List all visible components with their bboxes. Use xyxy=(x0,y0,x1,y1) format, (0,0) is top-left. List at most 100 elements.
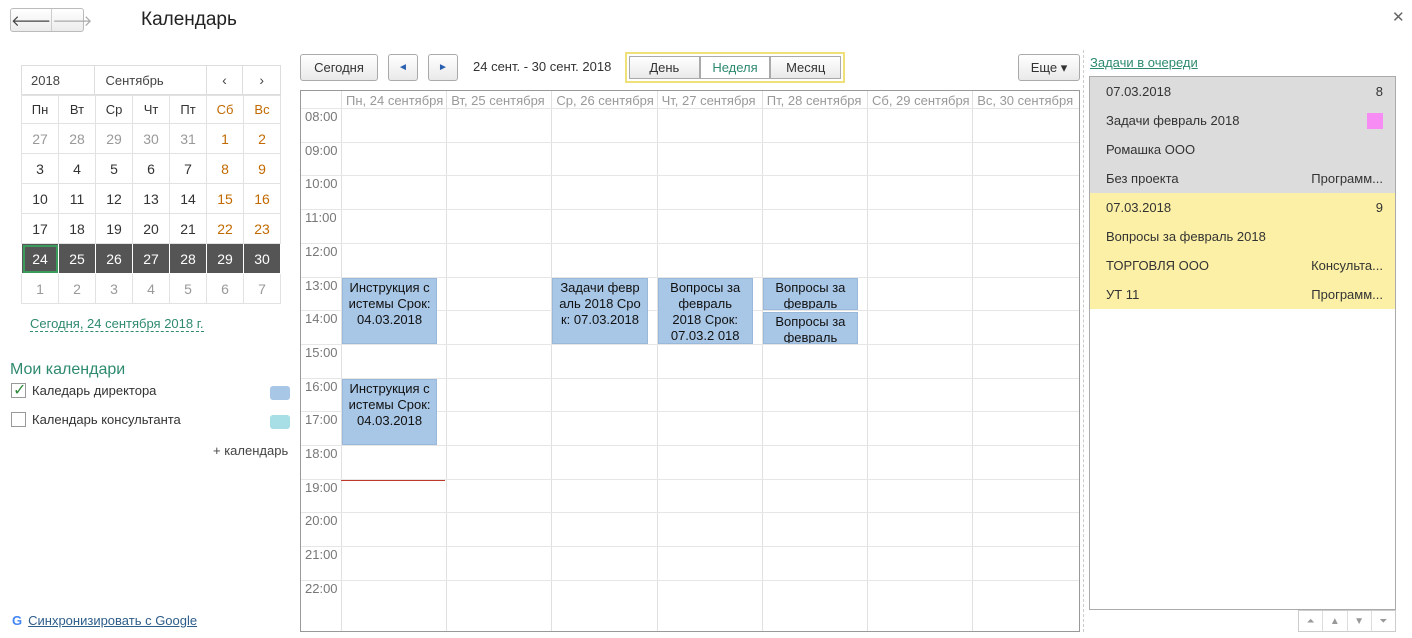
mini-calendar-day[interactable]: 16 xyxy=(243,183,281,214)
calendar-event[interactable]: Вопросы за февраль 2018 xyxy=(762,278,858,310)
mini-calendar-day[interactable]: 24 xyxy=(21,243,59,274)
mini-calendar-day[interactable]: 11 xyxy=(58,183,96,214)
today-button[interactable]: Сегодня xyxy=(300,54,378,81)
year-select[interactable]: 2018 xyxy=(22,66,96,94)
mini-calendar-day[interactable]: 23 xyxy=(243,213,281,244)
view-week-button[interactable]: Неделя xyxy=(699,56,771,79)
panel-separator[interactable] xyxy=(1083,50,1084,632)
queue-row[interactable]: ТОРГОВЛЯ ООО Консульта... xyxy=(1090,251,1395,280)
calendar-event[interactable]: Инструкция с истемы Срок: 04.03.2018 xyxy=(342,278,438,344)
mini-calendar-day[interactable]: 14 xyxy=(169,183,207,214)
hour-label: 13:00 xyxy=(305,277,338,293)
mini-calendar-day[interactable]: 30 xyxy=(243,243,281,274)
mini-calendar-day[interactable]: 5 xyxy=(95,153,133,184)
google-sync[interactable]: G Синхронизировать с Google xyxy=(12,613,197,628)
scroll-down-icon[interactable]: ▼ xyxy=(1348,611,1372,631)
mini-calendar-day[interactable]: 6 xyxy=(132,153,170,184)
mini-calendar-day[interactable]: 27 xyxy=(132,243,170,274)
mini-calendar-day[interactable]: 27 xyxy=(21,123,59,154)
mini-calendar-day[interactable]: 18 xyxy=(58,213,96,244)
day-column[interactable] xyxy=(551,91,553,631)
day-column[interactable] xyxy=(341,91,342,631)
mini-calendar-day[interactable]: 8 xyxy=(206,153,244,184)
mini-calendar-day[interactable]: 31 xyxy=(169,123,207,154)
mini-calendar-day[interactable]: 4 xyxy=(132,273,170,304)
queue-row[interactable]: УТ 11 Программ... xyxy=(1090,280,1395,309)
mini-calendar-day[interactable]: 28 xyxy=(58,123,96,154)
month-select[interactable]: Сентябрь xyxy=(95,66,207,94)
mini-calendar-day[interactable]: 13 xyxy=(132,183,170,214)
mini-calendar-day[interactable]: 17 xyxy=(21,213,59,244)
queue-row[interactable]: 07.03.2018 9 xyxy=(1090,193,1395,222)
nav-buttons: 🡐 🡒 xyxy=(10,8,92,32)
checkbox-checked-icon[interactable] xyxy=(11,380,26,400)
calendar-color-swatch[interactable] xyxy=(270,415,290,429)
mini-calendar-day[interactable]: 26 xyxy=(95,243,133,274)
next-week-button[interactable]: ► xyxy=(428,54,458,81)
queue-row[interactable]: Задачи февраль 2018 xyxy=(1090,106,1395,135)
mini-calendar-day[interactable]: 25 xyxy=(58,243,96,274)
queue-row[interactable]: Ромашка ООО xyxy=(1090,135,1395,164)
view-month-button[interactable]: Месяц xyxy=(770,56,842,79)
mini-calendar-day[interactable]: 21 xyxy=(169,213,207,244)
add-calendar-link[interactable]: + календарь xyxy=(213,443,288,458)
mini-calendar-day[interactable]: 30 xyxy=(132,123,170,154)
calendar-event[interactable]: Инструкция с истемы Срок: 04.03.2018 xyxy=(342,379,438,445)
queue-row-value: Консульта... xyxy=(1311,258,1383,273)
day-column[interactable] xyxy=(656,91,658,631)
mini-calendar-day[interactable]: 22 xyxy=(206,213,244,244)
calendar-color-swatch[interactable] xyxy=(270,386,290,400)
mini-calendar-day[interactable]: 4 xyxy=(58,153,96,184)
mini-calendar-day[interactable]: 29 xyxy=(95,123,133,154)
calendar-item-consultant[interactable]: Календарь консультанта xyxy=(11,412,181,427)
google-icon: G xyxy=(12,613,23,628)
mini-calendar-day[interactable]: 5 xyxy=(169,273,207,304)
day-column[interactable] xyxy=(761,91,763,631)
queue-row[interactable]: Без проекта Программ... xyxy=(1090,164,1395,193)
mini-calendar-day[interactable]: 6 xyxy=(206,273,244,304)
prev-month-button[interactable]: ‹ xyxy=(207,66,244,94)
calendar-item-director[interactable]: Каледарь директора xyxy=(11,380,156,400)
forward-arrow-icon[interactable]: 🡒 xyxy=(52,9,92,31)
day-column[interactable] xyxy=(446,91,448,631)
mini-calendar-day[interactable]: 7 xyxy=(243,273,281,304)
mini-calendar-day[interactable]: 28 xyxy=(169,243,207,274)
calendar-event[interactable]: Вопросы за февраль 2018 Срок: 07.03.2 01… xyxy=(657,278,753,344)
mini-calendar-day[interactable]: 1 xyxy=(206,123,244,154)
mini-calendar-day[interactable]: 7 xyxy=(169,153,207,184)
mini-calendar-day[interactable]: 10 xyxy=(21,183,59,214)
scroll-top-icon[interactable]: ⏶ xyxy=(1299,611,1324,631)
prev-week-button[interactable]: ◄ xyxy=(388,54,418,81)
queue-row-label: Ромашка ООО xyxy=(1106,142,1196,157)
checkbox-unchecked-icon[interactable] xyxy=(11,412,26,427)
day-column[interactable] xyxy=(867,91,868,631)
mini-calendar-day[interactable]: 9 xyxy=(243,153,281,184)
today-link[interactable]: Сегодня, 24 сентября 2018 г. xyxy=(30,316,204,332)
mini-calendar-day[interactable]: 2 xyxy=(243,123,281,154)
mini-calendar-day[interactable]: 19 xyxy=(95,213,133,244)
google-sync-link[interactable]: Синхронизировать с Google xyxy=(28,613,197,628)
mini-calendar-day[interactable]: 12 xyxy=(95,183,133,214)
next-month-button[interactable]: › xyxy=(243,66,280,94)
queue-row[interactable]: 07.03.2018 8 xyxy=(1090,77,1395,106)
back-arrow-icon[interactable]: 🡐 xyxy=(11,9,53,31)
view-day-button[interactable]: День xyxy=(629,56,700,79)
mini-calendar-day[interactable]: 3 xyxy=(95,273,133,304)
queue-title-link[interactable]: Задачи в очереди xyxy=(1090,55,1198,70)
scroll-up-icon[interactable]: ▲ xyxy=(1323,611,1348,631)
hour-label: 21:00 xyxy=(305,547,338,563)
mini-calendar-day[interactable]: 1 xyxy=(21,273,59,304)
mini-calendar-day[interactable]: 3 xyxy=(21,153,59,184)
calendar-event[interactable]: Задачи февр аль 2018 Сро к: 07.03.2018 xyxy=(552,278,648,344)
mini-calendar-day[interactable]: 20 xyxy=(132,213,170,244)
more-button[interactable]: Еще ▾ xyxy=(1018,54,1080,81)
queue-row[interactable]: Вопросы за февраль 2018 xyxy=(1090,222,1395,251)
mini-calendar-day[interactable]: 15 xyxy=(206,183,244,214)
day-column[interactable] xyxy=(972,91,974,631)
mini-calendar-day[interactable]: 2 xyxy=(58,273,96,304)
scroll-bottom-icon[interactable]: ⏷ xyxy=(1372,611,1395,631)
calendar-event[interactable]: Вопросы за февраль 2018 xyxy=(762,312,858,344)
queue-row-value: Программ... xyxy=(1311,171,1383,186)
close-icon[interactable]: ✕ xyxy=(1392,8,1405,26)
mini-calendar-day[interactable]: 29 xyxy=(206,243,244,274)
